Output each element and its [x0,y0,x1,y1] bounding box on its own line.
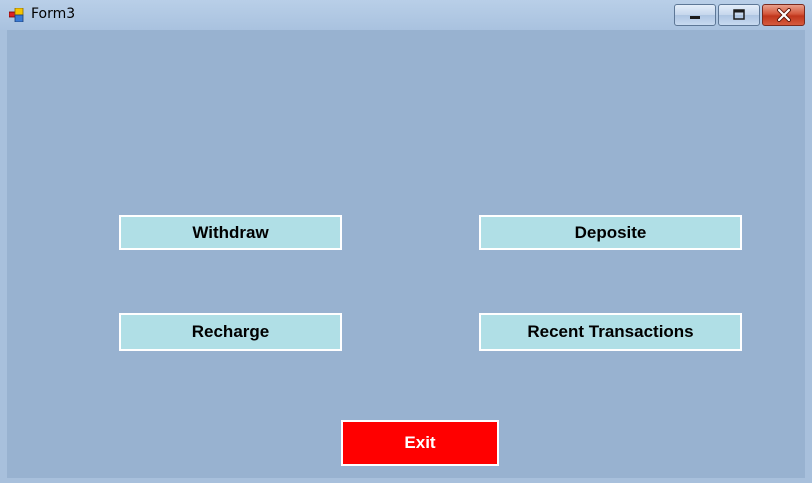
minimize-icon [690,16,700,19]
title-bar[interactable]: Form3 [0,0,812,30]
form-window: Form3 Withdraw Deposite Recharge Recent … [0,0,812,483]
recharge-button[interactable]: Recharge [119,313,342,351]
maximize-icon [733,9,745,20]
recent-transactions-button[interactable]: Recent Transactions [479,313,742,351]
form-client-area: Withdraw Deposite Recharge Recent Transa… [7,30,805,478]
exit-button[interactable]: Exit [341,420,499,466]
close-icon [776,8,791,22]
window-title: Form3 [31,6,76,22]
close-button[interactable] [762,4,805,26]
deposite-button[interactable]: Deposite [479,215,742,250]
minimize-button[interactable] [674,4,716,26]
maximize-button[interactable] [718,4,760,26]
withdraw-button[interactable]: Withdraw [119,215,342,250]
app-form-icon [9,8,24,22]
